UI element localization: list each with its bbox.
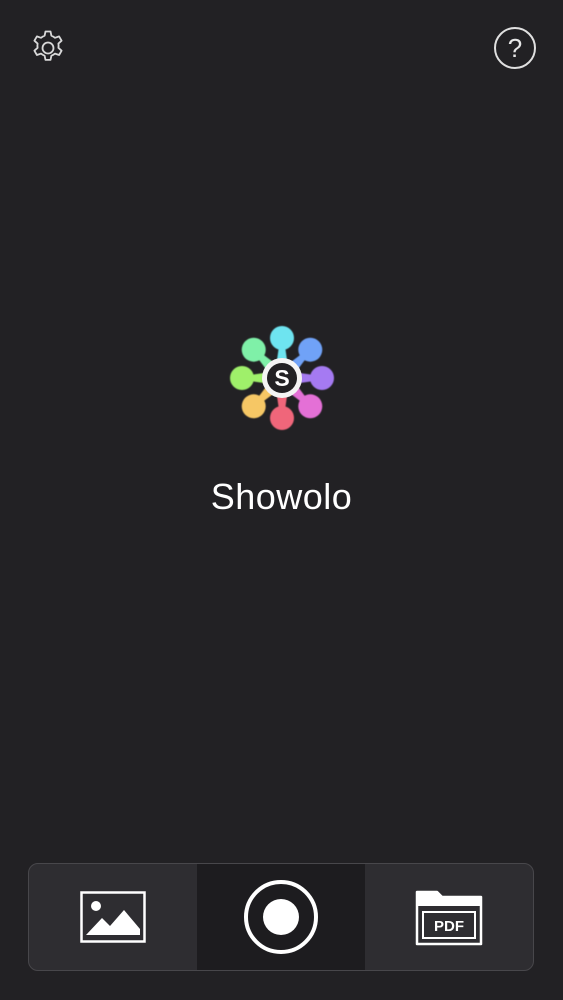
home-screen: ? S Showolo PDF [0,0,563,1000]
photo-library-button[interactable] [29,864,197,970]
logo-letter: S [274,365,289,391]
help-glyph: ? [508,33,522,63]
app-branding: S Showolo [0,318,563,518]
app-title: Showolo [210,476,353,517]
settings-button[interactable] [26,26,70,70]
record-button[interactable] [197,864,365,970]
showolo-logo-icon: S [229,326,334,430]
question-circle-icon: ? [494,27,536,69]
image-icon [80,891,146,943]
gear-icon [33,30,63,61]
pdf-label: PDF [434,918,464,935]
record-icon [244,880,318,954]
bottom-toolbar: PDF [28,863,534,971]
pdf-folder-icon: PDF [415,890,483,946]
help-button[interactable]: ? [493,26,537,70]
pdf-files-button[interactable]: PDF [365,864,533,970]
